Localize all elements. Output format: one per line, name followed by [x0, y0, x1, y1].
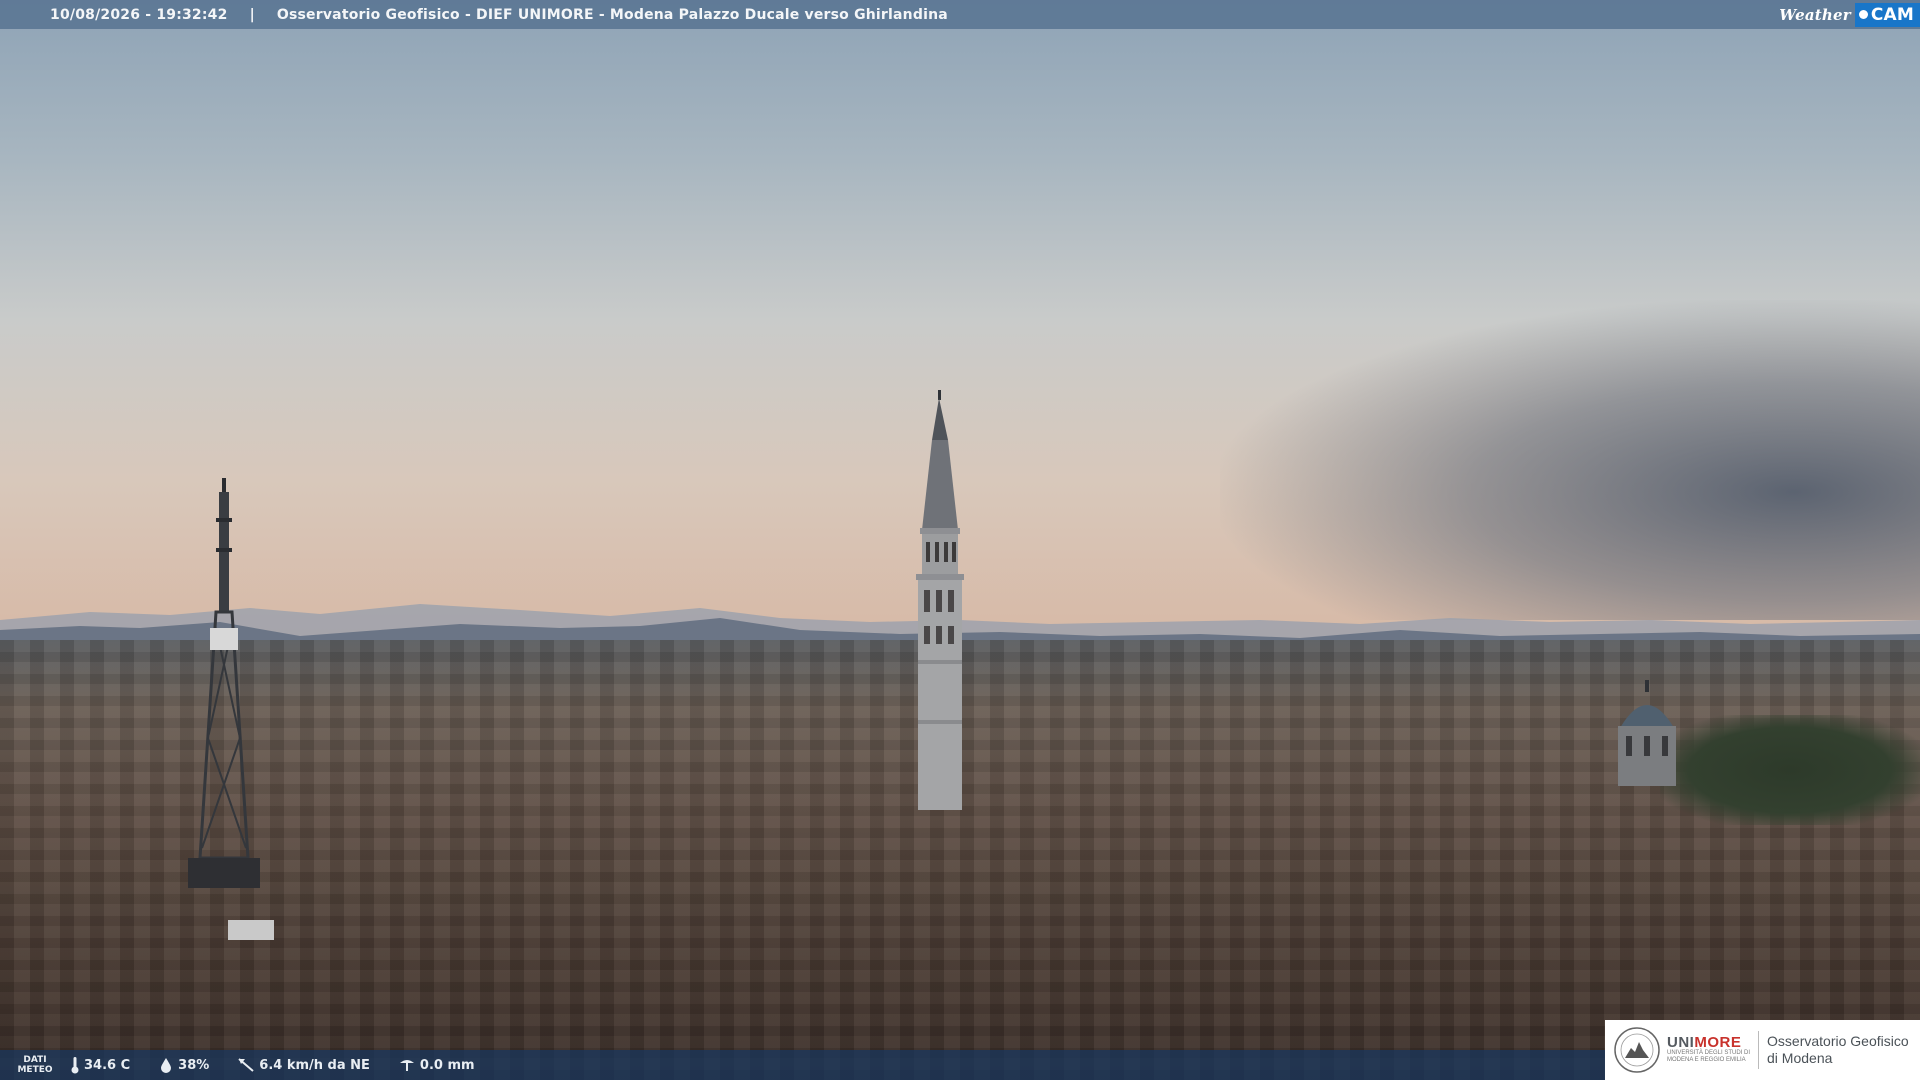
brand-cam-text: CAM — [1870, 4, 1914, 25]
weathercam-logo: Weather CAM — [1779, 2, 1920, 27]
lens-icon — [1858, 10, 1868, 19]
rain-gauge-icon — [399, 1060, 414, 1071]
unimore-uni: UNI — [1667, 1034, 1695, 1051]
observatory-name: Osservatorio Geofisico di Modena — [1767, 1033, 1909, 1067]
header-separator: | — [249, 6, 255, 23]
humidity-value: 38% — [178, 1057, 210, 1073]
ghirlandina-tower — [916, 390, 964, 810]
label-line-1: DATI — [23, 1055, 47, 1065]
cloud-bank — [1220, 300, 1920, 620]
rain-value: 0.0 mm — [419, 1057, 475, 1073]
radio-mast — [188, 478, 274, 940]
observatory-line-2: di Modena — [1767, 1050, 1833, 1066]
observatory-line-1: Osservatorio Geofisico — [1767, 1033, 1909, 1049]
wind-reading: 6.4 km/h da NE — [237, 1057, 370, 1073]
weather-data-bar: DATI METEO 34.6 C 38% 6.4 km/h da NE 0.0… — [0, 1050, 1605, 1080]
unimore-title: UNIMORE — [1667, 1034, 1750, 1051]
unimore-wordmark: UNIMORE UNIVERSITÀ DEGLI STUDI DI MODENA… — [1667, 1034, 1751, 1064]
timestamp: 10/08/2026 - 19:32:42 — [50, 6, 228, 23]
webcam-image — [0, 0, 1920, 1080]
rain-reading: 0.0 mm — [398, 1057, 475, 1073]
humidity-drop-icon — [161, 1058, 172, 1073]
label-line-2: METEO — [17, 1065, 53, 1075]
temperature-reading: 34.6 C — [70, 1056, 130, 1074]
brand-weather-text: Weather — [1779, 5, 1851, 24]
wind-vane-icon — [238, 1058, 254, 1072]
unimore-more: MORE — [1694, 1034, 1742, 1051]
university-subtitle-2: MODENA E REGGIO EMILIA — [1667, 1057, 1746, 1063]
brand-cam-badge: CAM — [1854, 2, 1920, 27]
humidity-reading: 38% — [158, 1057, 209, 1073]
logo-divider — [1758, 1031, 1760, 1069]
temperature-value: 34.6 C — [84, 1057, 131, 1073]
weather-data-label: DATI METEO — [0, 1055, 70, 1075]
header-bar: 10/08/2026 - 19:32:42 | Osservatorio Geo… — [0, 0, 1920, 29]
thermometer-icon — [71, 1057, 79, 1074]
university-subtitle-1: UNIVERSITÀ DEGLI STUDI DI — [1667, 1050, 1751, 1056]
tree-cluster — [1660, 715, 1920, 825]
university-seal-icon — [1614, 1027, 1660, 1073]
church-dome — [1618, 680, 1676, 786]
camera-caption: Osservatorio Geofisico - DIEF UNIMORE - … — [276, 6, 948, 23]
unimore-logo-panel: UNIMORE UNIVERSITÀ DEGLI STUDI DI MODENA… — [1605, 1020, 1920, 1080]
wind-value: 6.4 km/h da NE — [259, 1057, 370, 1073]
